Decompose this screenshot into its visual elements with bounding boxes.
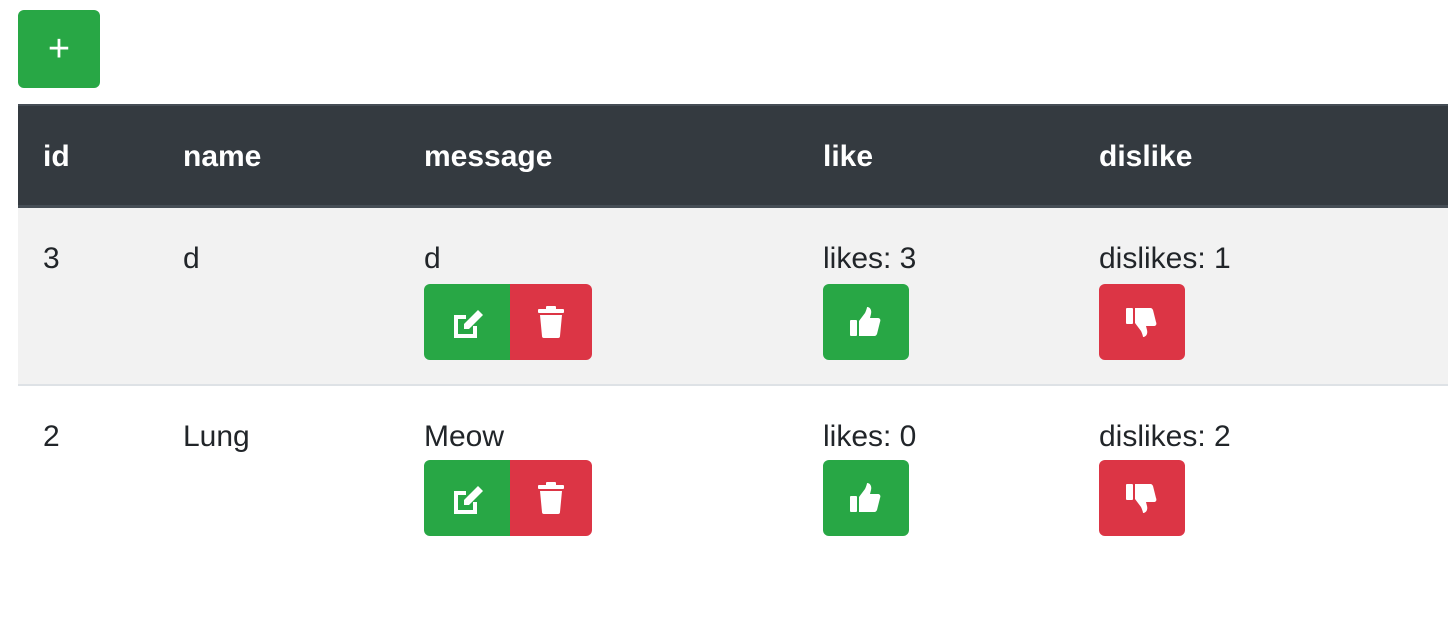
table-row: 2 Lung Meow likes: 0 dislikes: 2: [18, 386, 1448, 564]
cell-likes: likes: 0: [823, 420, 917, 453]
cell-dislikes: dislikes: 2: [1099, 420, 1231, 453]
delete-button[interactable]: [510, 284, 592, 360]
dislike-button[interactable]: [1099, 460, 1185, 536]
thumbs-down-icon: [1126, 484, 1157, 513]
add-message-button[interactable]: +: [18, 10, 100, 88]
header-message: message: [424, 140, 553, 173]
edit-icon: [454, 486, 483, 514]
like-button[interactable]: [823, 460, 909, 536]
thumbs-down-icon: [1126, 308, 1157, 337]
header-id: id: [43, 140, 70, 173]
trash-icon: [538, 306, 564, 338]
cell-id: 2: [43, 420, 60, 453]
table-header: id name message like dislike: [18, 104, 1448, 208]
edit-icon: [454, 310, 483, 338]
edit-button[interactable]: [424, 284, 510, 360]
messages-table: id name message like dislike 3 d d likes…: [18, 104, 1448, 564]
thumbs-up-icon: [850, 483, 881, 512]
thumbs-up-icon: [850, 307, 881, 336]
cell-name: d: [183, 242, 200, 275]
edit-button[interactable]: [424, 460, 510, 536]
cell-id: 3: [43, 242, 60, 275]
header-like: like: [823, 140, 874, 173]
like-button[interactable]: [823, 284, 909, 360]
dislike-button[interactable]: [1099, 284, 1185, 360]
table-row: 3 d d likes: 3 dislikes: 1: [18, 208, 1448, 386]
cell-name: Lung: [183, 420, 250, 453]
cell-likes: likes: 3: [823, 242, 917, 275]
delete-button[interactable]: [510, 460, 592, 536]
cell-dislikes: dislikes: 1: [1099, 242, 1231, 275]
header-dislike: dislike: [1099, 140, 1193, 173]
trash-icon: [538, 482, 564, 514]
cell-message: d: [424, 242, 441, 275]
cell-message: Meow: [424, 420, 505, 453]
plus-icon: +: [47, 28, 71, 70]
header-name: name: [183, 140, 262, 173]
